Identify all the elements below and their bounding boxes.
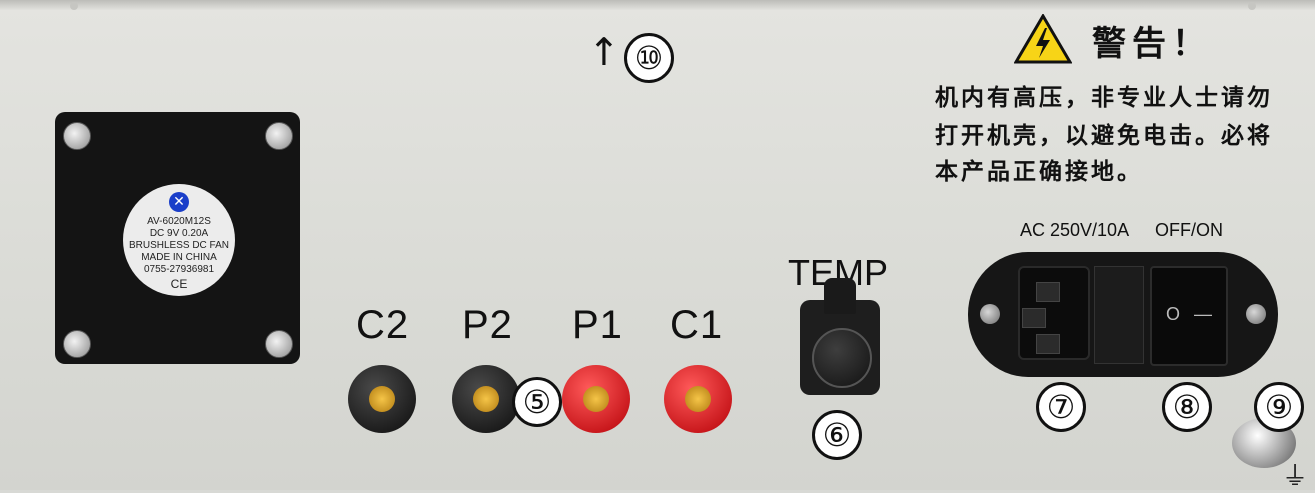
callout-5: ⑤ bbox=[512, 377, 562, 427]
dust-cap bbox=[812, 328, 872, 388]
fan-screw-icon bbox=[63, 330, 91, 358]
temp-sensor-connector[interactable] bbox=[800, 278, 880, 395]
binding-post-c1[interactable] bbox=[664, 365, 732, 433]
power-switch-label: OFF/ON bbox=[1155, 220, 1223, 240]
power-spec-label: AC 250V/10A bbox=[1020, 220, 1130, 240]
iec-power-socket[interactable] bbox=[1018, 266, 1090, 360]
warning-line-2: 打开机壳，以避免电击。必将 bbox=[935, 123, 1273, 149]
cooling-fan: ✕ AV-6020M12S DC 9V 0.20A BRUSHLESS DC F… bbox=[55, 112, 300, 364]
fan-label-line: 0755-27936981 bbox=[143, 264, 215, 275]
terminal-label-p1: P1 bbox=[572, 303, 623, 347]
high-voltage-warning-icon bbox=[1014, 14, 1072, 64]
ground-symbol-icon: ⏚ bbox=[1282, 462, 1309, 492]
fan-label-line: DC 9V 0.20A bbox=[149, 228, 209, 239]
panel-top-edge bbox=[0, 0, 1315, 10]
warning-line-3: 本产品正确接地。 bbox=[935, 159, 1143, 185]
fan-label-line: BRUSHLESS DC FAN bbox=[128, 240, 230, 251]
callout-7: ⑦ bbox=[1036, 382, 1086, 432]
switch-off-symbol: O bbox=[1166, 304, 1181, 324]
fan-screw-icon bbox=[265, 330, 293, 358]
terminal-label-p2: P2 bbox=[462, 303, 513, 347]
fan-screw-icon bbox=[63, 122, 91, 150]
binding-post-c2[interactable] bbox=[348, 365, 416, 433]
callout-6: ⑥ bbox=[812, 410, 862, 460]
module-screw-icon bbox=[980, 304, 1000, 324]
module-screw-icon bbox=[1246, 304, 1266, 324]
top-screw-left bbox=[70, 2, 78, 10]
top-screw-right bbox=[1248, 2, 1256, 10]
dust-cap-strap bbox=[824, 278, 856, 314]
callout-8: ⑧ bbox=[1162, 382, 1212, 432]
callout-10: ⑩ bbox=[624, 33, 674, 83]
switch-on-symbol: — bbox=[1194, 304, 1212, 324]
power-switch[interactable]: O — bbox=[1150, 266, 1228, 366]
fan-label-sticker: ✕ AV-6020M12S DC 9V 0.20A BRUSHLESS DC F… bbox=[123, 184, 235, 296]
up-arrow-icon: ↑ bbox=[588, 30, 620, 74]
fan-brand-logo-icon: ✕ bbox=[169, 192, 189, 212]
binding-post-p2[interactable] bbox=[452, 365, 520, 433]
fuse-holder[interactable] bbox=[1094, 266, 1144, 364]
ce-mark: CE bbox=[170, 277, 188, 291]
fan-label-line: MADE IN CHINA bbox=[141, 252, 217, 263]
binding-post-p1[interactable] bbox=[562, 365, 630, 433]
warning-line-1: 机内有高压，非专业人士请勿 bbox=[935, 85, 1273, 111]
rear-panel: ↑ ⑩ ✕ AV-6020M12S DC 9V 0.20A BRUSHLESS … bbox=[0, 0, 1315, 492]
terminal-label-c2: C2 bbox=[356, 303, 410, 347]
fan-label-line: AV-6020M12S bbox=[147, 216, 211, 227]
fan-screw-icon bbox=[265, 122, 293, 150]
callout-9: ⑨ bbox=[1254, 382, 1304, 432]
terminal-label-c1: C1 bbox=[670, 303, 724, 347]
warning-title: 警告！ bbox=[1092, 24, 1212, 64]
power-inlet-module: O — bbox=[968, 252, 1278, 377]
